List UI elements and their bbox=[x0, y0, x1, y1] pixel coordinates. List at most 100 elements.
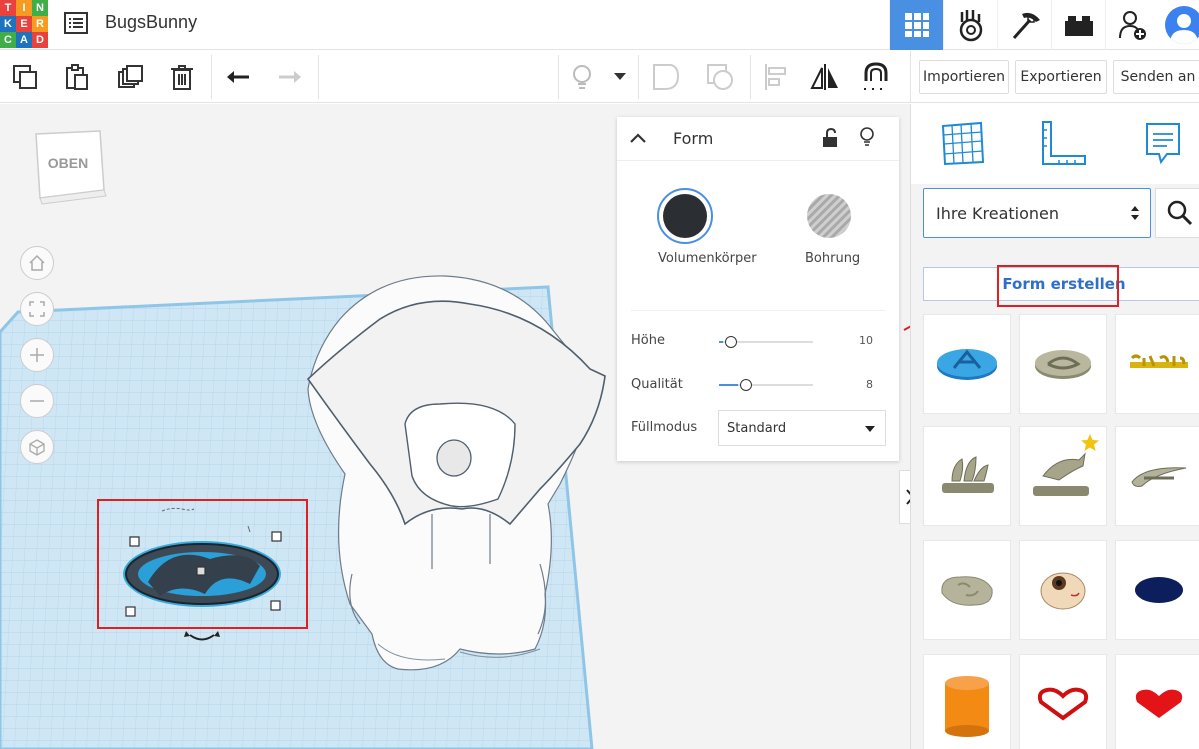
resize-handle[interactable] bbox=[125, 606, 136, 617]
fill-mode-select[interactable]: Standard bbox=[718, 410, 886, 446]
hole-swatch[interactable] bbox=[803, 190, 855, 242]
eyeball-shape bbox=[1040, 572, 1086, 610]
logo-letter: D bbox=[32, 32, 48, 48]
logo-letter: N bbox=[32, 0, 48, 16]
undo-icon[interactable] bbox=[222, 61, 254, 93]
solid-label: Volumenkörper bbox=[658, 251, 757, 266]
chevron-down-icon[interactable] bbox=[606, 61, 634, 93]
chevron-down-icon bbox=[865, 426, 875, 432]
ortho-view-icon[interactable] bbox=[20, 430, 54, 464]
home-view-icon[interactable] bbox=[20, 246, 54, 280]
logo-letter: R bbox=[32, 16, 48, 32]
group-icon[interactable] bbox=[650, 61, 682, 93]
quality-slider[interactable] bbox=[719, 379, 813, 391]
shape-card[interactable] bbox=[1115, 654, 1199, 749]
add-user-icon[interactable] bbox=[1105, 0, 1159, 50]
bricks-icon[interactable] bbox=[1051, 0, 1105, 50]
star-icon[interactable] bbox=[1080, 433, 1100, 453]
create-shape-highlight bbox=[997, 265, 1119, 307]
ruler-icon[interactable] bbox=[1039, 120, 1089, 173]
light-bulb-icon[interactable] bbox=[566, 61, 598, 93]
unlock-icon[interactable] bbox=[822, 127, 838, 153]
adidas-logo-shape bbox=[942, 456, 994, 493]
notes-icon[interactable] bbox=[1143, 120, 1183, 173]
shape-library-dropdown[interactable]: Ihre Kreationen bbox=[923, 188, 1151, 238]
delete-icon[interactable] bbox=[166, 61, 198, 93]
shape-card[interactable] bbox=[923, 540, 1011, 640]
shape-card[interactable] bbox=[1019, 654, 1107, 749]
search-button[interactable] bbox=[1155, 188, 1199, 238]
edit-toolbar bbox=[0, 51, 910, 103]
mirror-icon[interactable] bbox=[809, 61, 841, 93]
shapes-sidebar: Ihre Kreationen Form erstellen bbox=[910, 104, 1199, 749]
hole-label: Bohrung bbox=[805, 251, 861, 266]
fill-mode-label: Füllmodus bbox=[631, 420, 698, 435]
fill-mode-value: Standard bbox=[727, 421, 787, 436]
file-toolbar: Importieren Exportieren Senden an bbox=[910, 51, 1199, 103]
view-cube[interactable]: OBEN bbox=[30, 128, 110, 213]
align-icon[interactable] bbox=[759, 61, 791, 93]
panel-header: Form bbox=[617, 117, 899, 161]
shape-card[interactable] bbox=[923, 654, 1011, 749]
duplicate-icon[interactable] bbox=[114, 61, 146, 93]
send-to-button[interactable]: Senden an bbox=[1113, 60, 1199, 94]
puma-logo-shape bbox=[1033, 452, 1089, 496]
sort-arrows-icon bbox=[1131, 206, 1139, 220]
shape-card[interactable] bbox=[1019, 426, 1107, 526]
resize-handle[interactable] bbox=[270, 600, 281, 611]
red-heart-shape bbox=[1135, 689, 1183, 718]
project-list-icon[interactable] bbox=[64, 12, 88, 34]
zoom-out-icon[interactable] bbox=[20, 384, 54, 418]
export-button[interactable]: Exportieren bbox=[1015, 60, 1107, 94]
height-slider[interactable] bbox=[719, 336, 813, 348]
shape-card[interactable] bbox=[1115, 426, 1199, 526]
shape-card[interactable] bbox=[1019, 314, 1107, 414]
3d-design-icon[interactable] bbox=[889, 0, 943, 50]
paste-icon[interactable] bbox=[61, 61, 93, 93]
top-bar: T I N K E R C A D BugsBunny bbox=[0, 0, 1199, 50]
rock-shape bbox=[941, 576, 993, 606]
zoom-in-icon[interactable] bbox=[20, 338, 54, 372]
circuits-icon[interactable] bbox=[943, 0, 997, 50]
copy-icon[interactable] bbox=[9, 61, 41, 93]
height-value: 10 bbox=[859, 334, 873, 347]
avatar[interactable] bbox=[1159, 0, 1199, 50]
logo-letter: I bbox=[16, 0, 32, 16]
orange-cylinder-shape bbox=[945, 676, 989, 737]
fit-view-icon[interactable] bbox=[20, 292, 54, 326]
shape-card[interactable] bbox=[923, 426, 1011, 526]
project-title[interactable]: BugsBunny bbox=[105, 12, 197, 33]
solid-color-swatch[interactable] bbox=[657, 188, 713, 244]
light-bulb-icon[interactable] bbox=[859, 126, 875, 153]
shape-card[interactable] bbox=[923, 314, 1011, 414]
yellow-text-shape bbox=[1130, 354, 1188, 368]
shape-card[interactable] bbox=[1115, 540, 1199, 640]
logo-letter: C bbox=[0, 32, 16, 48]
blue-logo-disc bbox=[937, 349, 997, 380]
height-label: Höhe bbox=[631, 333, 665, 348]
collapse-chevron-icon[interactable] bbox=[629, 131, 647, 149]
blue-oval-shape bbox=[1135, 577, 1183, 603]
shape-card[interactable] bbox=[1115, 314, 1199, 414]
logo-letter: K bbox=[0, 16, 16, 32]
red-heart-outline-shape bbox=[1037, 687, 1089, 721]
ungroup-icon[interactable] bbox=[704, 61, 736, 93]
resize-handle[interactable] bbox=[129, 536, 140, 547]
nike-logo-shape bbox=[1131, 467, 1187, 487]
shape-card[interactable] bbox=[1019, 540, 1107, 640]
magnet-icon[interactable] bbox=[860, 61, 892, 93]
workplane-grid-icon[interactable] bbox=[939, 120, 987, 173]
top-nav bbox=[889, 0, 1199, 50]
shape-properties-panel: Form Volumenkörper Bohrung Höhe 10 Quali… bbox=[617, 117, 899, 461]
view-cube-label: OBEN bbox=[48, 155, 88, 171]
panel-title: Form bbox=[673, 129, 714, 148]
codeblocks-icon[interactable] bbox=[997, 0, 1051, 50]
resize-handle[interactable] bbox=[271, 531, 282, 542]
sidebar-tabs bbox=[911, 104, 1199, 184]
quality-label: Qualität bbox=[631, 377, 683, 392]
dropdown-value: Ihre Kreationen bbox=[936, 204, 1060, 223]
center-handle[interactable] bbox=[196, 566, 206, 576]
import-button[interactable]: Importieren bbox=[919, 60, 1009, 94]
tinkercad-logo[interactable]: T I N K E R C A D bbox=[0, 0, 48, 48]
redo-icon[interactable] bbox=[274, 61, 306, 93]
